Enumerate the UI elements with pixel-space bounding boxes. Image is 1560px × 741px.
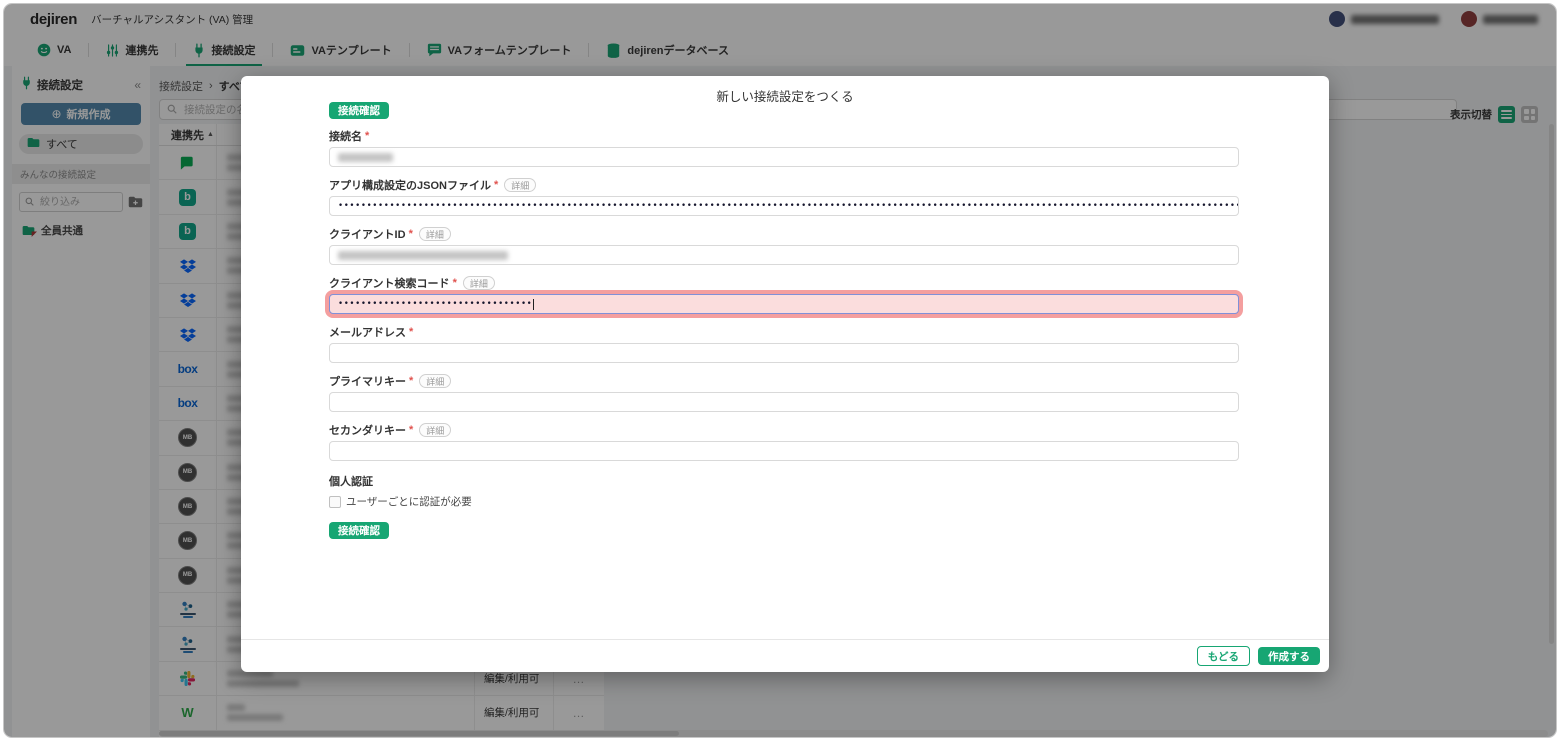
field-label: クライアントID [329, 226, 406, 242]
masked-secret-value: ••••••••••••••••••••••••••••••••••••••••… [338, 201, 1239, 211]
modal-field: アプリ構成設定のJSONファイル * 詳細 ••••••••••••••••••… [329, 179, 1239, 216]
connect-test-button-bottom[interactable]: 接続確認 [329, 522, 389, 539]
detail-badge[interactable]: 詳細 [419, 423, 451, 437]
app-window: dejiren バーチャルアシスタント (VA) 管理 VA 連携先 [3, 3, 1557, 738]
クライアントID-input[interactable] [329, 245, 1239, 265]
セカンダリキー-input[interactable] [329, 441, 1239, 461]
modal-field: メールアドレス * [329, 326, 1239, 363]
field-label: アプリ構成設定のJSONファイル [329, 177, 491, 193]
text-caret [533, 299, 534, 310]
field-label: クライアント検索コード [329, 275, 450, 291]
modal-field: クライアントID * 詳細 [329, 228, 1239, 265]
接続名-input[interactable] [329, 147, 1239, 167]
modal-field: セカンダリキー * 詳細 [329, 424, 1239, 461]
field-label: メールアドレス [329, 324, 406, 340]
personal-auth-label: 個人認証 [329, 473, 1239, 489]
required-asterisk: * [409, 424, 413, 436]
modal-field: クライアント検索コード * 詳細 •••••••••••••••••••••••… [329, 277, 1239, 314]
modal-field: 接続名 * [329, 130, 1239, 167]
personal-auth-checkbox-row[interactable]: ユーザーごとに認証が必要 [329, 494, 1239, 509]
required-asterisk: * [409, 228, 413, 240]
screenshot-stage: dejiren バーチャルアシスタント (VA) 管理 VA 連携先 [0, 0, 1560, 741]
アプリ構成設定のJSONファイル-input[interactable]: ••••••••••••••••••••••••••••••••••••••••… [329, 196, 1239, 216]
new-connection-modal: 新しい接続設定をつくる 接続確認 接続名 * アプリ構成設定のJSONファイル … [241, 76, 1329, 672]
redacted-value [338, 153, 393, 162]
redacted-value [338, 251, 508, 260]
クライアント検索コード-input[interactable]: •••••••••••••••••••••••••••••••••• [329, 294, 1239, 314]
プライマリキー-input[interactable] [329, 392, 1239, 412]
detail-badge[interactable]: 詳細 [419, 227, 451, 241]
required-asterisk: * [494, 179, 498, 191]
masked-secret-value: •••••••••••••••••••••••••••••••••• [338, 299, 532, 309]
detail-badge[interactable]: 詳細 [504, 178, 536, 192]
required-asterisk: * [365, 130, 369, 142]
メールアドレス-input[interactable] [329, 343, 1239, 363]
modal-field: プライマリキー * 詳細 [329, 375, 1239, 412]
create-button[interactable]: 作成する [1258, 647, 1320, 665]
field-label: プライマリキー [329, 373, 406, 389]
required-asterisk: * [409, 375, 413, 387]
modal-body: 接続確認 接続名 * アプリ構成設定のJSONファイル * 詳細 •••••••… [329, 101, 1239, 539]
detail-badge[interactable]: 詳細 [419, 374, 451, 388]
required-asterisk: * [453, 277, 457, 289]
back-button[interactable]: もどる [1197, 646, 1250, 666]
required-asterisk: * [409, 326, 413, 338]
modal-footer: もどる 作成する [241, 639, 1329, 672]
personal-auth-section: 個人認証 ユーザーごとに認証が必要 [329, 473, 1239, 509]
field-label: セカンダリキー [329, 422, 406, 438]
detail-badge[interactable]: 詳細 [463, 276, 495, 290]
checkbox-unchecked[interactable] [329, 496, 341, 508]
field-label: 接続名 [329, 128, 362, 144]
checkbox-label: ユーザーごとに認証が必要 [346, 494, 472, 509]
modal-fields: 接続名 * アプリ構成設定のJSONファイル * 詳細 ••••••••••••… [329, 130, 1239, 461]
connect-test-button-top[interactable]: 接続確認 [329, 102, 389, 119]
